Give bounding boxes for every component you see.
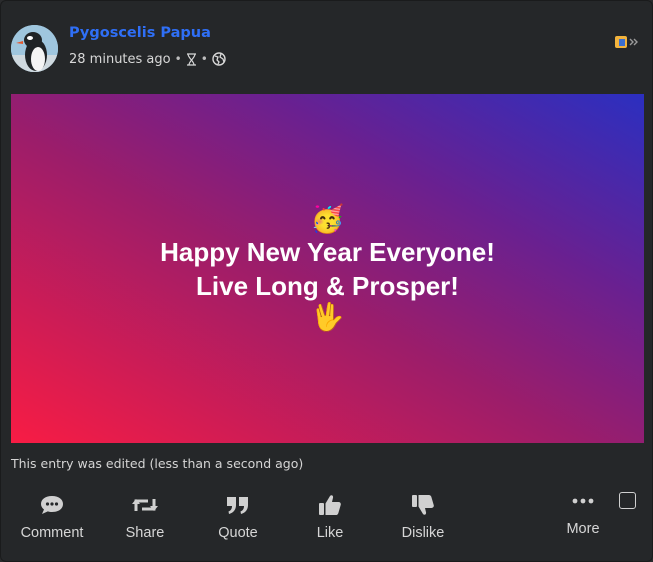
more-label: More <box>566 521 600 537</box>
comment-label: Comment <box>20 525 84 541</box>
vulcan-salute-emoji: 🖖 <box>310 301 345 333</box>
meta-separator: • <box>200 52 208 66</box>
app-switch-icon[interactable] <box>614 33 640 51</box>
hero-line-2: Live Long & Prosper! <box>196 270 459 301</box>
share-button[interactable]: Share <box>103 493 187 545</box>
comment-icon <box>39 493 65 517</box>
select-post-checkbox[interactable] <box>619 492 636 509</box>
hourglass-icon <box>186 52 197 66</box>
comment-button[interactable]: Comment <box>10 493 94 545</box>
more-icon <box>572 489 594 513</box>
like-label: Like <box>316 525 344 541</box>
quote-button[interactable]: Quote <box>196 493 280 545</box>
share-icon <box>131 493 159 517</box>
meta-separator: • <box>174 52 182 66</box>
dislike-label: Dislike <box>401 525 445 541</box>
post-meta: 28 minutes ago • • <box>69 50 226 68</box>
like-button[interactable]: Like <box>288 493 372 545</box>
post-timestamp[interactable]: 28 minutes ago <box>69 52 171 67</box>
post-card: Pygoscelis Papua 28 minutes ago • • 🥳 Ha… <box>0 0 653 562</box>
edited-note: This entry was edited (less than a secon… <box>11 456 304 471</box>
share-label: Share <box>125 525 165 541</box>
dislike-button[interactable]: Dislike <box>381 493 465 545</box>
post-hero-banner: 🥳 Happy New Year Everyone! Live Long & P… <box>11 94 644 443</box>
globe-icon <box>212 52 226 66</box>
author-avatar[interactable] <box>11 25 58 72</box>
more-button[interactable]: More <box>541 489 625 541</box>
thumbs-down-icon <box>411 493 435 517</box>
thumbs-up-icon <box>318 493 342 517</box>
party-face-emoji: 🥳 <box>310 203 345 235</box>
hero-line-1: Happy New Year Everyone! <box>160 236 495 267</box>
author-name-link[interactable]: Pygoscelis Papua <box>69 25 211 41</box>
quote-label: Quote <box>218 525 258 541</box>
quote-icon <box>226 493 250 517</box>
penguin-avatar-image <box>11 25 58 72</box>
